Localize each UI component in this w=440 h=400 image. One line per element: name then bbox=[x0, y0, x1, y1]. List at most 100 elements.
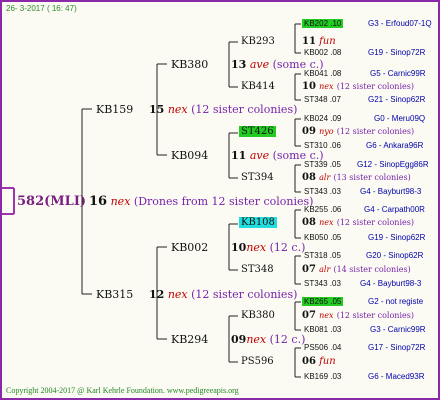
gen4-node-5[interactable]: KB024 .09 bbox=[304, 115, 341, 123]
gen2-desc: (12 c.) bbox=[269, 333, 306, 346]
gen3-num: 11 bbox=[302, 36, 316, 47]
gen3-info-7: 07 nex (12 sister colonies) bbox=[302, 311, 414, 321]
gen3-node-8[interactable]: PS596 bbox=[241, 357, 274, 367]
gen2-tag: nex bbox=[246, 241, 267, 254]
gen4-node-6[interactable]: ST310 .06 bbox=[304, 142, 341, 150]
root-info: 16 nex (Drones from 12 sister colonies) bbox=[89, 195, 313, 208]
gen3-desc: (14 sister colonies) bbox=[333, 265, 411, 274]
gen3-num: 10 bbox=[302, 81, 316, 92]
gen3-info-4: 08 alr (13 sister colonies) bbox=[302, 173, 411, 183]
gen2-node-2[interactable]: KB094 bbox=[171, 150, 208, 161]
gen4-id: KB081 .03 bbox=[304, 325, 342, 334]
gen3-id: KB380 bbox=[241, 310, 275, 321]
gen1-node-2[interactable]: KB315 bbox=[96, 289, 133, 300]
gen2-node-3[interactable]: KB002 bbox=[171, 242, 208, 253]
gen1-info-2: 12 nex (12 sister colonies) bbox=[149, 289, 297, 300]
gen4-info: G19 - Sinop62R bbox=[368, 233, 426, 242]
gen4-id: KB024 .09 bbox=[304, 114, 342, 123]
gen2-num: 11 bbox=[231, 149, 247, 162]
footer-copyright: Copyright 2004-2017 @ Karl Kehrle Founda… bbox=[6, 387, 239, 395]
gen1-tag: nex bbox=[167, 103, 188, 116]
gen4-info: G12 - SinopEgg86R bbox=[357, 160, 429, 169]
gen1-num: 12 bbox=[149, 288, 165, 301]
gen3-num: 06 bbox=[302, 356, 316, 367]
gen4-node-9[interactable]: KB255 .06 bbox=[304, 206, 341, 214]
gen3-tag: nex bbox=[319, 218, 334, 227]
gen2-node-1[interactable]: KB380 bbox=[171, 59, 208, 70]
gen4-info: G3 - Carnic99R bbox=[370, 325, 426, 334]
gen3-num: 09 bbox=[302, 126, 316, 137]
gen4-node-13[interactable]: KB265 .05 bbox=[302, 297, 344, 306]
gen1-num: 15 bbox=[149, 103, 165, 116]
gen3-node-4[interactable]: ST394 bbox=[241, 173, 274, 183]
gen3-num: 08 bbox=[302, 172, 316, 183]
gen2-id: KB380 bbox=[171, 58, 209, 71]
gen4-id: ST343 .03 bbox=[304, 279, 341, 288]
gen4-info: G5 - Carnic99R bbox=[370, 69, 426, 78]
site-link[interactable]: www.pedigreeapis.org bbox=[167, 386, 239, 395]
gen3-node-7[interactable]: KB380 bbox=[241, 311, 275, 321]
gen3-id: KB414 bbox=[241, 81, 275, 92]
gen4-info: G6 - Maced93R bbox=[368, 372, 425, 381]
gen4-info: G6 - Ankara96R bbox=[366, 141, 424, 150]
gen4-id: KB265 .05 bbox=[302, 297, 344, 306]
date-text: 26- 3-2017 bbox=[6, 4, 45, 13]
gen4-node-14[interactable]: KB081 .03 bbox=[304, 326, 341, 334]
gen4-node-11[interactable]: ST318 .05 bbox=[304, 252, 341, 260]
gen2-tag: ave bbox=[249, 149, 270, 162]
gen2-tag: nex bbox=[246, 333, 267, 346]
gen3-node-3[interactable]: ST426 bbox=[239, 126, 276, 137]
gen3-info-3: 09 nyo (12 sister colonies) bbox=[302, 127, 414, 137]
gen4-node-8[interactable]: ST343 .03 bbox=[304, 188, 341, 196]
gen1-node-1[interactable]: KB159 bbox=[96, 104, 133, 115]
gen4-info: G21 - Sinop62R bbox=[368, 95, 426, 104]
gen4-info: G4 - Carpath00R bbox=[364, 205, 425, 214]
gen4-node-2[interactable]: KB002 .08 bbox=[304, 49, 341, 57]
gen3-tag: nex bbox=[319, 311, 334, 320]
gen2-num: 09 bbox=[231, 333, 247, 346]
pedigree-canvas: 26- 3-2017 ( 16: 47) 582(MLI) 16 nex (Dr… bbox=[0, 0, 440, 400]
gen2-node-4[interactable]: KB294 bbox=[171, 334, 208, 345]
gen1-id: KB159 bbox=[96, 103, 134, 116]
gen3-num: 08 bbox=[302, 217, 316, 228]
gen3-id: KB293 bbox=[241, 36, 275, 47]
root-desc: (Drones from 12 sister colonies) bbox=[133, 195, 314, 208]
gen2-num: 13 bbox=[231, 58, 247, 71]
gen2-tag: ave bbox=[249, 58, 270, 71]
gen4-node-16[interactable]: KB169 .03 bbox=[304, 373, 341, 381]
gen3-desc: (12 sister colonies) bbox=[336, 218, 414, 227]
gen4-info: G3 - Erfoud07-1Q bbox=[368, 19, 432, 28]
gen4-node-7[interactable]: ST339 .05 bbox=[304, 161, 341, 169]
gen3-node-2[interactable]: KB414 bbox=[241, 82, 275, 92]
gen3-id: PS596 bbox=[241, 356, 274, 367]
gen3-info-2: 10 nex (12 sister colonies) bbox=[302, 82, 414, 92]
gen4-node-1[interactable]: KB202 .10 bbox=[302, 19, 344, 28]
gen2-id: KB094 bbox=[171, 149, 209, 162]
gen4-id: PS506 .04 bbox=[304, 343, 342, 352]
gen3-node-5[interactable]: KB108 bbox=[239, 217, 277, 228]
gen3-tag: fun bbox=[319, 36, 336, 47]
gen4-id: KB202 .10 bbox=[302, 19, 344, 28]
gen4-id: KB255 .06 bbox=[304, 205, 342, 214]
gen3-node-6[interactable]: ST348 bbox=[241, 265, 274, 275]
gen3-desc: (12 sister colonies) bbox=[336, 127, 415, 136]
gen3-num: 07 bbox=[302, 310, 316, 321]
gen3-desc: (12 sister colonies) bbox=[336, 311, 414, 320]
gen4-info: G20 - Sinop62R bbox=[366, 251, 424, 260]
gen1-desc: (12 sister colonies) bbox=[191, 288, 298, 301]
gen4-node-10[interactable]: KB050 .05 bbox=[304, 234, 341, 242]
gen4-id: ST310 .06 bbox=[304, 141, 341, 150]
gen4-node-4[interactable]: ST348 .07 bbox=[304, 96, 341, 104]
gen4-info: G4 - Bayburt98-3 bbox=[360, 279, 422, 288]
gen4-node-3[interactable]: KB041 .08 bbox=[304, 70, 341, 78]
gen4-node-15[interactable]: PS506 .04 bbox=[304, 344, 341, 352]
gen4-node-12[interactable]: ST343 .03 bbox=[304, 280, 341, 288]
gen3-id: ST426 bbox=[239, 126, 276, 137]
gen3-info-1: 11 fun bbox=[302, 37, 336, 47]
gen3-tag: alr bbox=[319, 173, 331, 182]
gen3-info-6: 07 alr (14 sister colonies) bbox=[302, 265, 411, 275]
gen3-tag: nyo bbox=[319, 127, 334, 136]
gen3-node-1[interactable]: KB293 bbox=[241, 37, 275, 47]
root-queen[interactable]: 582(MLI) bbox=[17, 195, 86, 208]
time-text: ( 16: 47) bbox=[46, 4, 77, 13]
